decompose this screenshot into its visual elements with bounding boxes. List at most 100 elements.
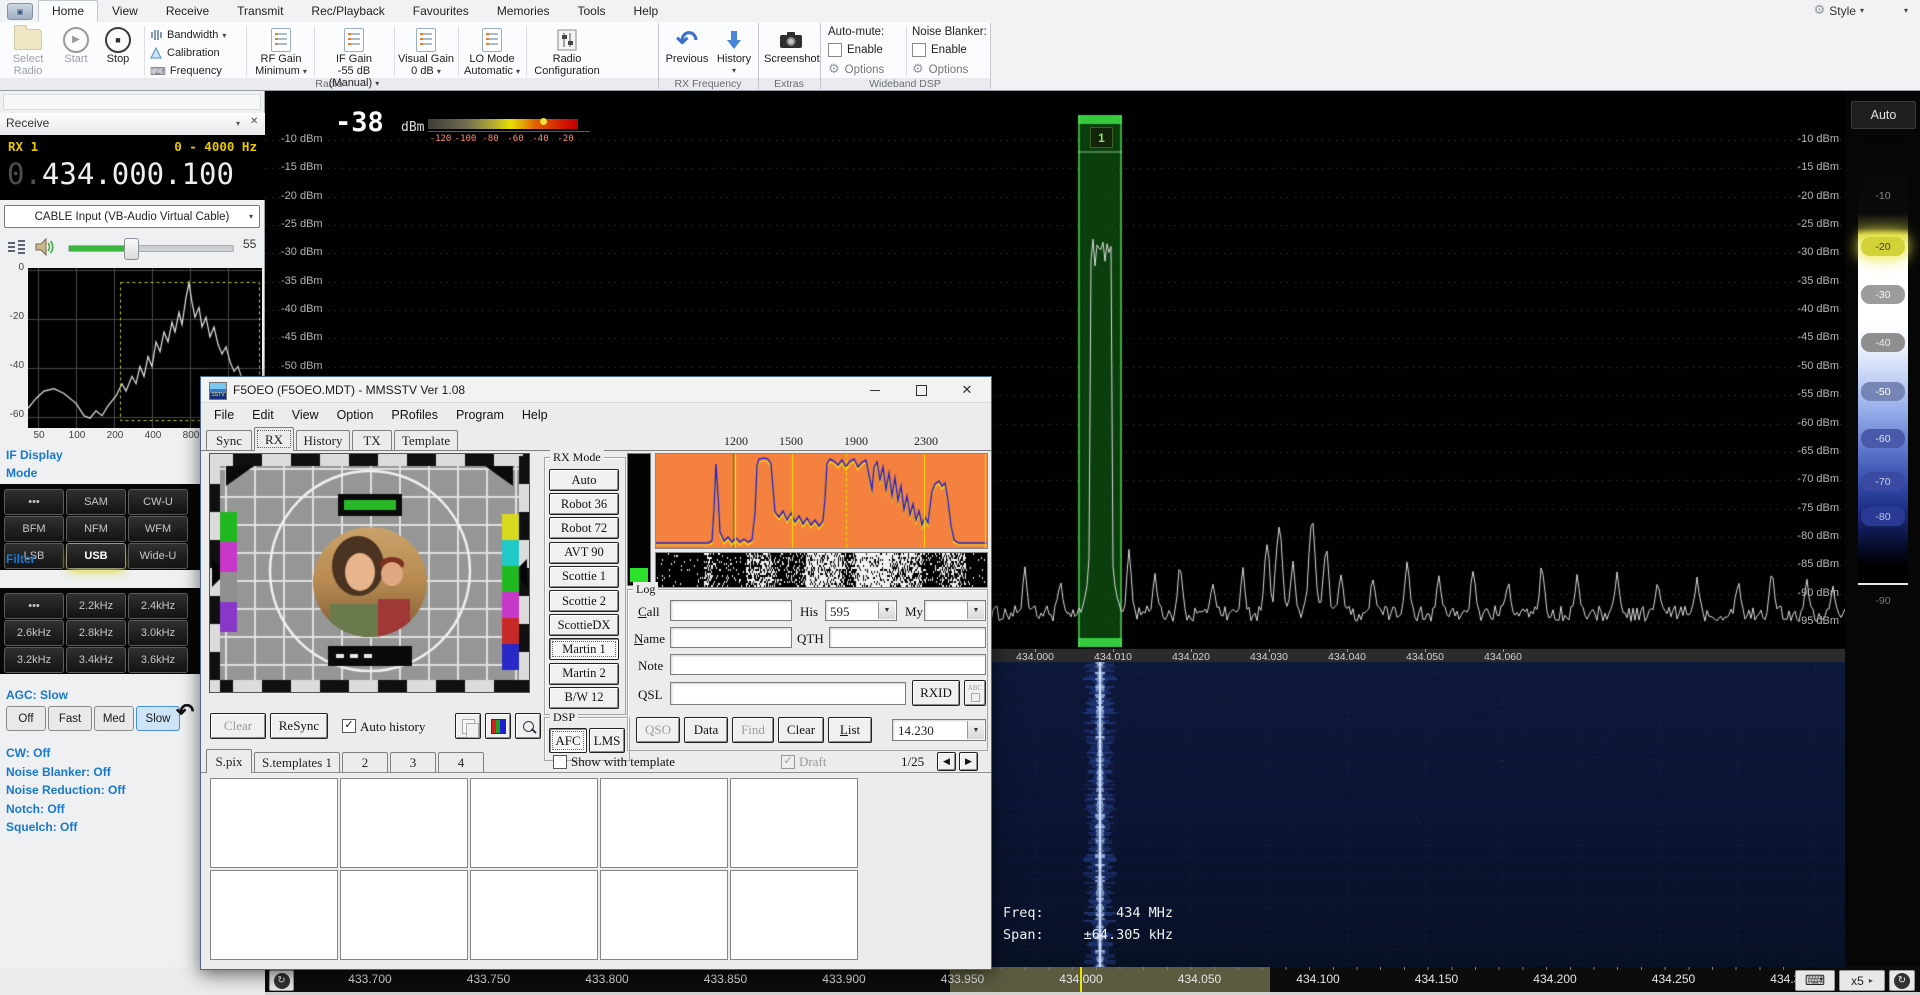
auto-range-button[interactable]: Auto xyxy=(1851,101,1916,129)
picture-button[interactable] xyxy=(485,713,511,739)
status-notch[interactable]: Notch: Off xyxy=(6,802,65,816)
tab-tx[interactable]: TX xyxy=(352,430,392,451)
log-freq-arrow[interactable]: ▼ xyxy=(967,721,984,739)
volume-slider[interactable] xyxy=(68,245,234,252)
call-input[interactable] xyxy=(670,600,792,621)
noise-blanker-enable[interactable]: Enable xyxy=(912,43,967,57)
agc-undo-icon[interactable]: ↶ xyxy=(176,699,194,725)
tab-history[interactable]: History xyxy=(296,430,350,451)
receive-close-icon[interactable]: ✕ xyxy=(250,116,258,127)
mode-button-3-4khz[interactable]: 3.4kHz xyxy=(66,647,126,673)
minimize-button[interactable] xyxy=(852,378,898,402)
navigator-center-button[interactable]: ↻ xyxy=(269,970,294,991)
mode-button-bfm[interactable]: BFM xyxy=(4,516,64,542)
close-button[interactable]: ✕ xyxy=(944,378,990,402)
history-thumbnail[interactable] xyxy=(470,870,598,960)
pix-tab-s-pix[interactable]: S.pix xyxy=(206,749,252,773)
page-prev-button[interactable]: ◀ xyxy=(937,752,956,771)
tab-rx[interactable]: RX xyxy=(254,427,294,451)
mode-button-usb[interactable]: USB xyxy=(66,543,126,569)
name-input[interactable] xyxy=(670,627,792,648)
tab-sync[interactable]: Sync xyxy=(206,430,252,451)
menu-view[interactable]: View xyxy=(283,408,328,422)
auto-mute-enable-checkbox[interactable] xyxy=(828,43,842,57)
visual-gain-button[interactable]: Visual Gain 0 dB ▾ xyxy=(396,26,456,76)
rx-mode-martin-1[interactable]: Martin 1 xyxy=(549,638,619,660)
agc-button-med[interactable]: Med xyxy=(94,706,134,731)
range-label-70[interactable]: -70 xyxy=(1861,472,1905,491)
range-label-90[interactable]: -90 xyxy=(1861,591,1905,610)
his-select-arrow[interactable]: ▼ xyxy=(878,602,895,619)
agc-button-slow[interactable]: Slow xyxy=(136,706,180,731)
mode-button-wfm[interactable]: WFM xyxy=(128,516,188,542)
status-noise-blanker[interactable]: Noise Blanker: Off xyxy=(6,765,111,779)
start-button[interactable]: ▶ Start xyxy=(56,26,96,76)
my-select[interactable]: ▼ xyxy=(924,600,986,621)
style-menu[interactable]: ⚙ Style ▾ xyxy=(1814,3,1864,18)
audio-input-select[interactable]: CABLE Input (VB-Audio Virtual Cable) ▾ xyxy=(4,205,260,228)
draft-checkbox[interactable]: ✓ xyxy=(781,755,795,769)
navigator-view-region[interactable] xyxy=(950,967,1270,992)
mode-button-nfm[interactable]: NFM xyxy=(66,516,126,542)
previous-button[interactable]: ↶ Previous xyxy=(664,26,710,76)
navigator-span-button[interactable]: ↻ xyxy=(1889,970,1915,991)
mode-button-3-2khz[interactable]: 3.2kHz xyxy=(4,647,64,673)
rx-mode-b-w-12[interactable]: B/W 12 xyxy=(549,687,619,709)
mmsstv-window[interactable]: SSTV F5OEO (F5OEO.MDT) - MMSSTV Ver 1.08… xyxy=(200,376,992,970)
volume-slider-handle[interactable] xyxy=(124,238,139,260)
pix-tab-s-templates-1[interactable]: S.templates 1 xyxy=(254,752,340,773)
history-thumbnail[interactable] xyxy=(210,778,338,868)
mode-button-sam[interactable]: SAM xyxy=(66,489,126,515)
select-radio-button[interactable]: Select Radio xyxy=(4,26,52,76)
mode-button-2-4khz[interactable]: 2.4kHz xyxy=(128,593,188,619)
ribbon-tab-favourites[interactable]: Favourites xyxy=(399,0,483,22)
range-label-50[interactable]: -50 xyxy=(1861,382,1905,401)
history-thumbnail[interactable] xyxy=(340,778,468,868)
rx-mode-robot-72[interactable]: Robot 72 xyxy=(549,517,619,539)
history-thumbnail[interactable] xyxy=(730,870,858,960)
range-label-30[interactable]: -30 xyxy=(1861,285,1905,304)
history-thumbnail[interactable] xyxy=(600,778,728,868)
rx-mode-scottiedx[interactable]: ScottieDX xyxy=(549,614,619,636)
menu-help[interactable]: Help xyxy=(513,408,557,422)
resync-button[interactable]: ReSync xyxy=(270,713,328,739)
range-label-40[interactable]: -40 xyxy=(1861,333,1905,352)
ribbon-tab-home[interactable]: Home xyxy=(38,0,98,22)
mode-button-2-8khz[interactable]: 2.8kHz xyxy=(66,620,126,646)
ribbon-tab-receive[interactable]: Receive xyxy=(152,0,223,22)
range-label-60[interactable]: -60 xyxy=(1861,429,1905,448)
ribbon-collapse-icon[interactable]: ▾ xyxy=(1904,6,1908,15)
agc-button-fast[interactable]: Fast xyxy=(48,706,92,731)
menu-profiles[interactable]: PRofiles xyxy=(382,408,447,422)
channel-marker[interactable]: 1 xyxy=(1090,127,1113,148)
agc-button-off[interactable]: Off xyxy=(6,706,46,731)
range-label-20[interactable]: -20 xyxy=(1861,237,1905,256)
mode-button-item[interactable]: ••• xyxy=(4,593,64,619)
ribbon-tab-help[interactable]: Help xyxy=(620,0,673,22)
ribbon-tab-transmit[interactable]: Transmit xyxy=(223,0,297,22)
zoom-button[interactable]: x5 ▸ xyxy=(1839,970,1885,991)
noise-blanker-options[interactable]: ⚙Options xyxy=(912,62,968,77)
show-with-template-checkbox[interactable] xyxy=(553,755,567,769)
menu-option[interactable]: Option xyxy=(328,408,383,422)
noise-blanker-enable-checkbox[interactable] xyxy=(912,43,926,57)
history-thumbnail[interactable] xyxy=(470,778,598,868)
lms-button[interactable]: LMS xyxy=(589,728,625,753)
mode-button-3-0khz[interactable]: 3.0kHz xyxy=(128,620,188,646)
mode-button-3-6khz[interactable]: 3.6kHz xyxy=(128,647,188,673)
status-noise-reduction[interactable]: Noise Reduction: Off xyxy=(6,783,125,797)
log-button-qso[interactable]: QSO xyxy=(636,717,680,743)
mode-header[interactable]: Mode xyxy=(6,466,37,480)
screenshot-button[interactable]: Screenshot xyxy=(764,26,818,76)
rx-mode-auto[interactable]: Auto xyxy=(549,469,619,491)
pix-tab-2[interactable]: 2 xyxy=(342,752,388,773)
rx-mode-scottie-1[interactable]: Scottie 1 xyxy=(549,566,619,588)
history-thumbnail[interactable] xyxy=(730,778,858,868)
history-thumbnail[interactable] xyxy=(340,870,468,960)
status-cw[interactable]: CW: Off xyxy=(6,746,50,760)
speaker-icon[interactable] xyxy=(34,237,56,257)
page-next-button[interactable]: ▶ xyxy=(959,752,978,771)
lo-mode-button[interactable]: LO Mode Automatic ▾ xyxy=(460,26,524,76)
rf-gain-button[interactable]: RF Gain Minimum ▾ xyxy=(250,26,312,76)
image-clear-button[interactable]: Clear xyxy=(210,713,266,739)
